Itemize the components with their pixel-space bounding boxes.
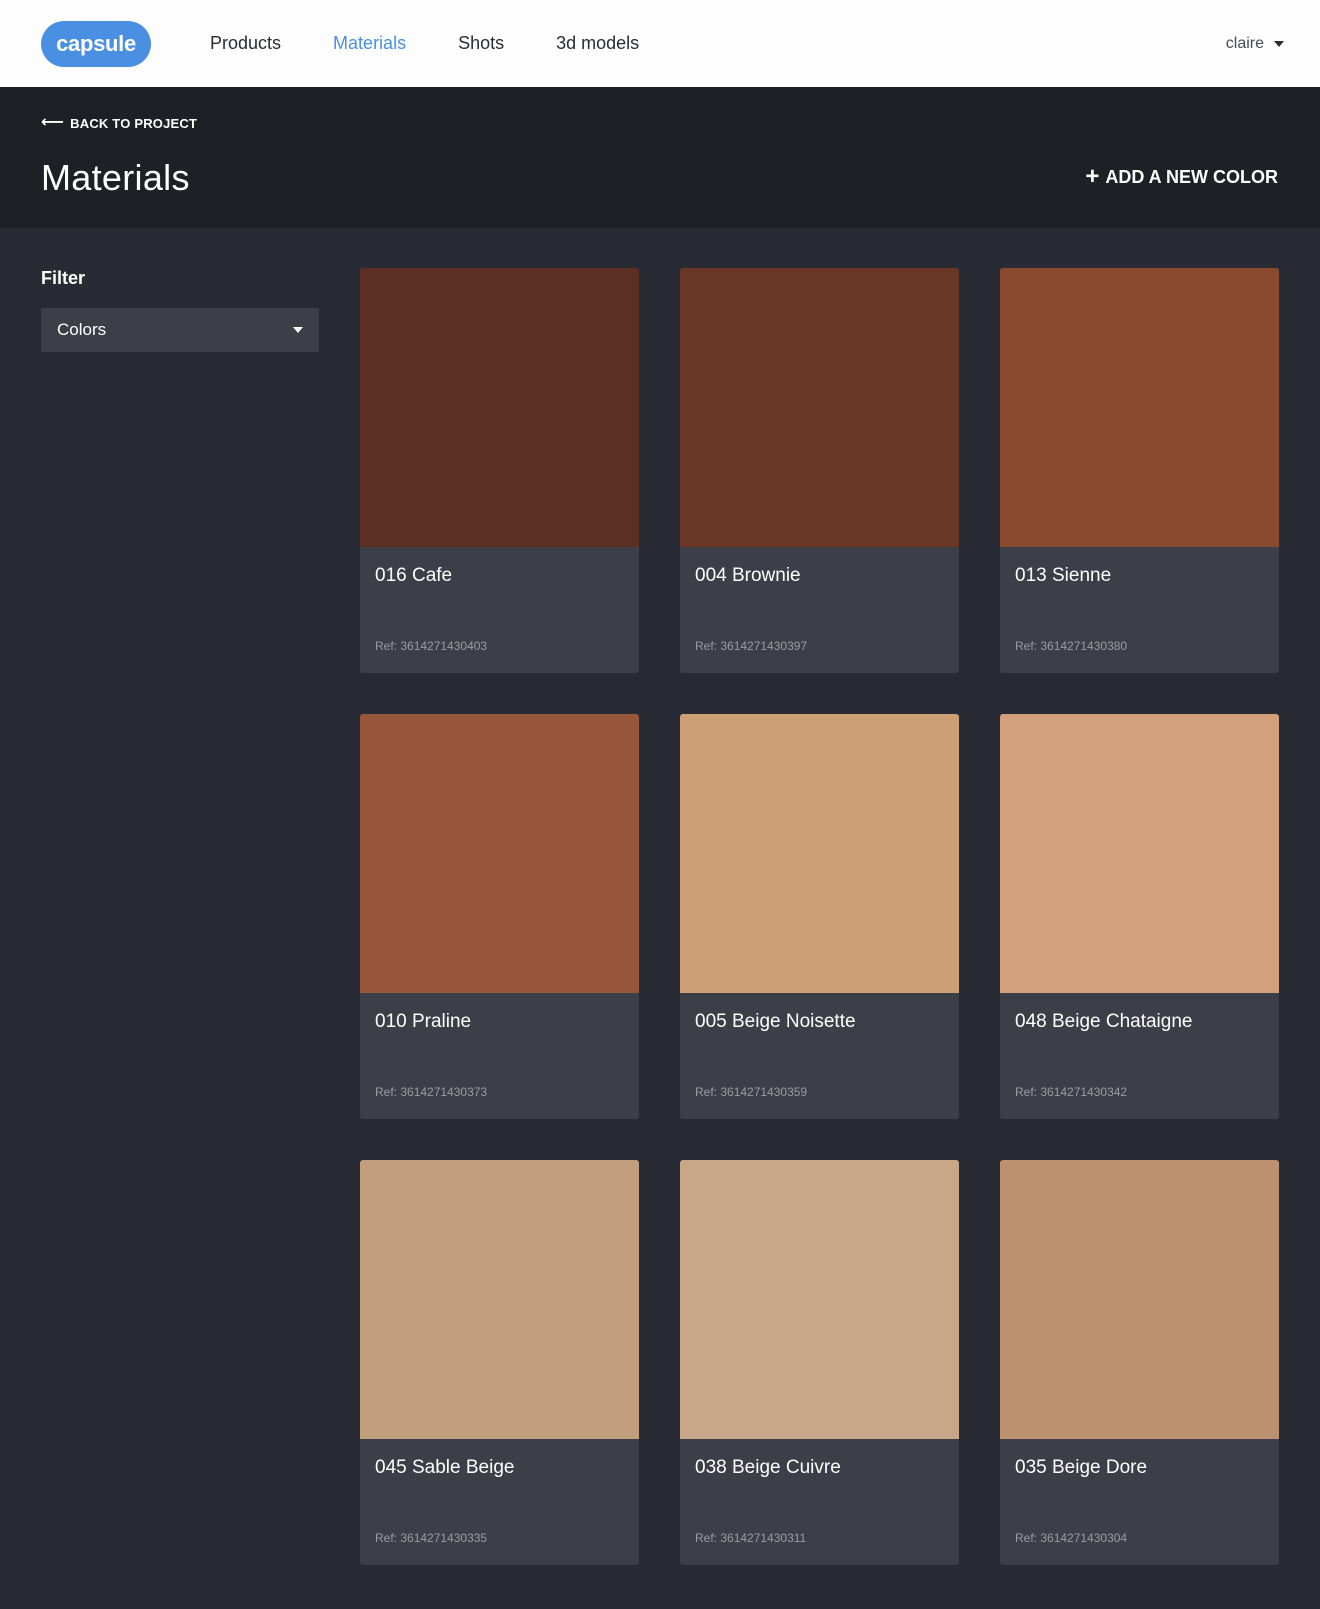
nav-products[interactable]: Products [210,33,281,54]
material-card[interactable]: 013 Sienne Ref: 3614271430380 [1000,268,1279,673]
material-name: 035 Beige Dore [1015,1457,1148,1478]
nav-materials[interactable]: Materials [333,33,406,54]
user-menu[interactable]: claire [1226,35,1284,53]
chevron-down-icon [293,327,303,333]
color-swatch [1000,1160,1279,1439]
material-name: 010 Praline [375,1011,472,1032]
color-swatch [680,1160,959,1439]
color-swatch [1000,714,1279,993]
material-card[interactable]: 005 Beige Noisette Ref: 3614271430359 [680,714,959,1119]
material-ref: Ref: 3614271430380 [1015,639,1128,653]
color-swatch [360,1160,639,1439]
top-navbar: capsule Products Materials Shots 3d mode… [0,0,1320,87]
filter-select[interactable]: Colors [41,308,319,352]
nav-shots[interactable]: Shots [458,33,504,54]
back-label: BACK TO PROJECT [70,115,198,131]
filter-label: Filter [41,268,86,288]
material-ref: Ref: 3614271430397 [695,639,808,653]
chevron-down-icon [1274,40,1284,47]
material-card[interactable]: 048 Beige Chataigne Ref: 3614271430342 [1000,714,1279,1119]
page-header: ⟵ BACK TO PROJECT Materials + ADD A NEW … [0,87,1320,228]
material-name: 048 Beige Chataigne [1015,1011,1193,1032]
plus-icon: + [1085,163,1100,190]
main-content: Filter Colors 016 Cafe Ref: 3614271430403… [0,228,1320,1565]
material-card[interactable]: 035 Beige Dore Ref: 3614271430304 [1000,1160,1279,1565]
material-ref: Ref: 3614271430304 [1015,1531,1128,1545]
add-label: ADD A NEW COLOR [1105,166,1278,187]
user-name: claire [1225,34,1264,52]
material-card[interactable]: 045 Sable Beige Ref: 3614271430335 [360,1160,639,1565]
material-name: 038 Beige Cuivre [695,1457,841,1478]
material-ref: Ref: 3614271430373 [375,1085,488,1099]
material-name: 016 Cafe [375,565,453,586]
material-card[interactable]: 004 Brownie Ref: 3614271430397 [680,268,959,673]
arrow-left-icon: ⟵ [41,114,65,131]
material-name: 004 Brownie [695,565,801,586]
capsule-logo[interactable]: capsule [41,20,151,67]
color-swatch [680,268,959,547]
material-ref: Ref: 3614271430403 [375,639,488,653]
filter-sidebar: Filter Colors [41,268,319,1565]
main-nav: Products Materials Shots 3d models [210,33,691,54]
nav-3d-models[interactable]: 3d models [556,33,639,54]
material-name: 045 Sable Beige [375,1457,515,1478]
add-new-color-button[interactable]: + ADD A NEW COLOR [1085,165,1278,189]
material-ref: Ref: 3614271430359 [695,1085,808,1099]
back-to-project-link[interactable]: ⟵ BACK TO PROJECT [41,115,197,131]
materials-grid: 016 Cafe Ref: 3614271430403 004 Brownie Ref… [360,268,1279,1565]
color-swatch [360,268,639,547]
material-name: 005 Beige Noisette [695,1011,856,1032]
material-ref: Ref: 3614271430335 [375,1531,488,1545]
color-swatch [360,714,639,993]
material-card[interactable]: 016 Cafe Ref: 3614271430403 [360,268,639,673]
material-card[interactable]: 010 Praline Ref: 3614271430373 [360,714,639,1119]
color-swatch [680,714,959,993]
material-name: 013 Sienne [1015,565,1112,586]
filter-selected-value: Colors [57,320,107,339]
color-swatch [1000,268,1279,547]
material-ref: Ref: 3614271430342 [1015,1085,1128,1099]
page-title: Materials [41,157,190,198]
material-ref: Ref: 3614271430311 [695,1531,807,1545]
material-card[interactable]: 038 Beige Cuivre Ref: 3614271430311 [680,1160,959,1565]
